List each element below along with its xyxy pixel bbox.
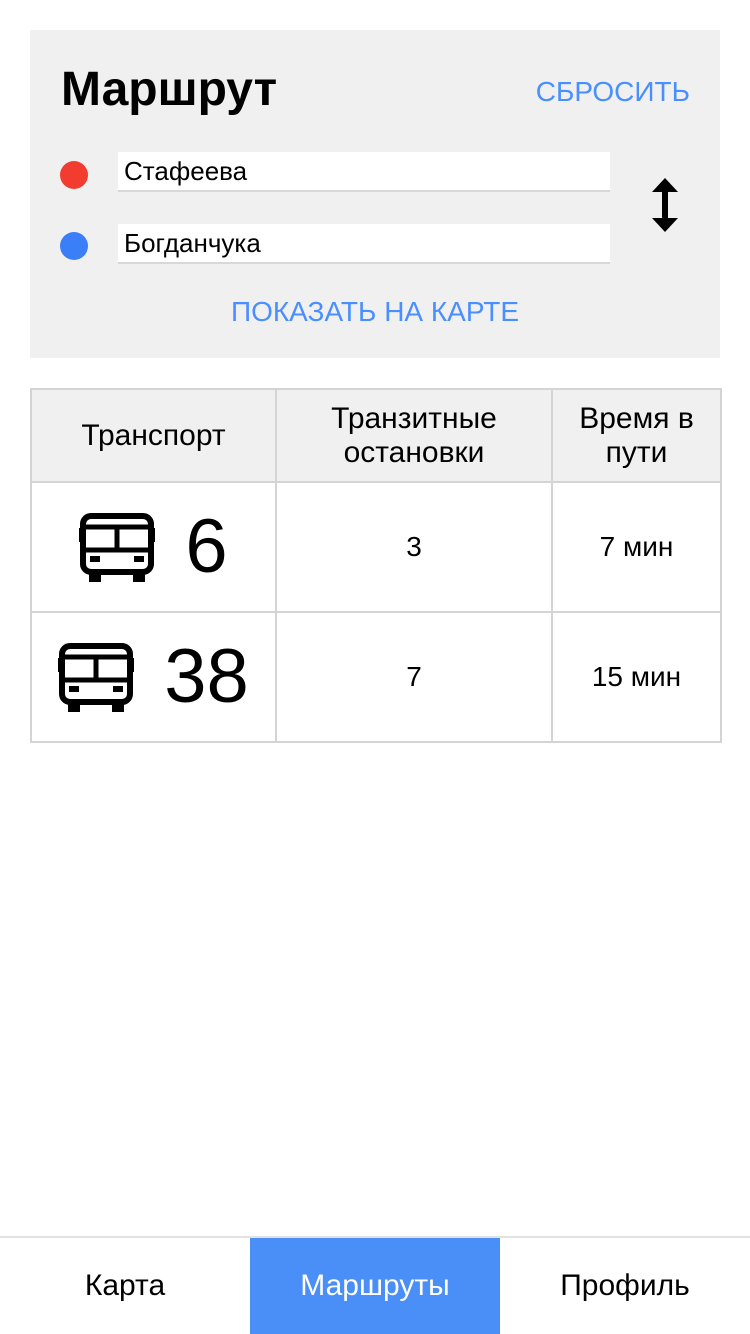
destination-input[interactable] (118, 224, 610, 264)
origin-input[interactable] (118, 152, 610, 192)
nav-tab-profile[interactable]: Профиль (500, 1238, 750, 1334)
table-header-row: Транспорт Транзитные остановки Время в п… (30, 388, 722, 483)
origin-marker-icon (60, 161, 88, 189)
nav-tab-routes[interactable]: Маршруты (250, 1238, 500, 1334)
nav-tab-map[interactable]: Карта (0, 1238, 250, 1334)
destination-marker-icon (60, 232, 88, 260)
swap-stops-button[interactable] (650, 178, 680, 232)
bus-icon (58, 643, 135, 712)
show-on-map-button[interactable]: ПОКАЗАТЬ НА КАРТЕ (30, 294, 720, 330)
route-panel: Маршрут СБРОСИТЬ ПОКАЗАТЬ НА КАРТЕ (30, 30, 720, 358)
header-transit-stops: Транзитные остановки (275, 388, 553, 483)
table-row[interactable]: 6 3 7 мин (30, 481, 722, 613)
travel-time-cell: 7 мин (551, 481, 722, 613)
route-number: 38 (164, 634, 249, 719)
route-title: Маршрут (61, 63, 278, 116)
reset-button[interactable]: СБРОСИТЬ (536, 74, 690, 110)
header-transport: Транспорт (30, 388, 277, 483)
route-number: 6 (185, 504, 228, 589)
header-travel-time: Время в пути (551, 388, 722, 483)
bus-icon (79, 513, 156, 582)
travel-time-cell: 15 мин (551, 611, 722, 743)
transit-stops-cell: 7 (275, 611, 553, 743)
transport-cell: 6 (30, 481, 277, 613)
vertical-double-arrow-icon (652, 178, 678, 232)
screen: Маршрут СБРОСИТЬ ПОКАЗАТЬ НА КАРТЕ Транс… (0, 0, 750, 1334)
routes-table: Транспорт Транзитные остановки Время в п… (30, 388, 722, 743)
transport-cell: 38 (30, 611, 277, 743)
bottom-nav: Карта Маршруты Профиль (0, 1236, 750, 1334)
transit-stops-cell: 3 (275, 481, 553, 613)
table-row[interactable]: 38 7 15 мин (30, 611, 722, 743)
